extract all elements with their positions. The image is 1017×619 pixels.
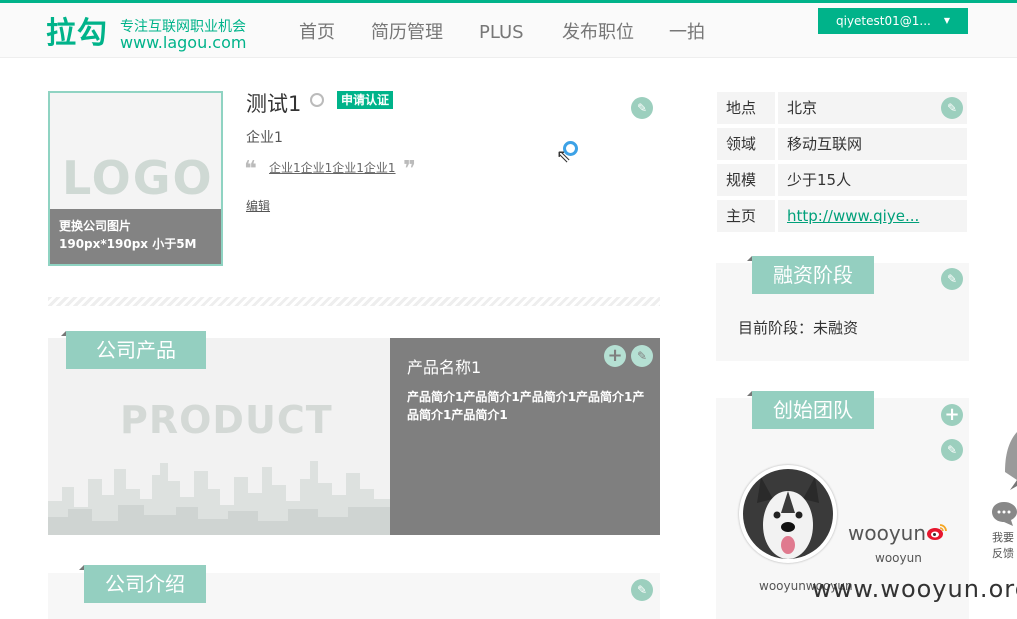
homepage-link[interactable]: http://www.qiye...: [787, 207, 919, 225]
add-product-icon[interactable]: +: [604, 345, 626, 367]
logo-url: www.lagou.com: [120, 33, 247, 52]
info-value-field: 移动互联网: [778, 128, 967, 160]
product-section-title: 公司产品: [66, 331, 206, 369]
header: 拉勾 专注互联网职业机会 www.lagou.com 首页 简历管理 PLUS …: [0, 3, 1017, 58]
logo-placeholder: LOGO: [62, 151, 214, 205]
nav-home[interactable]: 首页: [299, 22, 335, 44]
quote-close-icon: ❞: [403, 157, 416, 182]
user-email: qiyetest01@1...: [836, 14, 931, 28]
weibo-icon[interactable]: [926, 523, 948, 541]
company-short-name: 企业1: [246, 130, 283, 146]
team-section-title: 创始团队: [752, 391, 874, 429]
funding-stage-text: 目前阶段：未融资: [738, 319, 859, 337]
company-name: 测试1: [246, 92, 302, 116]
product-panel: 产品名称1 产品简介1产品简介1产品简介1产品简介1产品简介1产品简介1 + ✎: [390, 338, 660, 535]
logo-size-hint: 190px*190px 小于5M: [59, 237, 197, 251]
skyline-image: [48, 461, 390, 535]
member-name: wooyun: [848, 521, 927, 545]
info-value-location: 北京: [778, 92, 967, 124]
add-member-icon[interactable]: +: [941, 404, 963, 426]
intro-section-title: 公司介绍: [84, 565, 206, 603]
product-description: 产品简介1产品简介1产品简介1产品简介1产品简介1产品简介1: [407, 390, 645, 422]
caret-down-icon: ▼: [943, 16, 950, 25]
quote-open-icon: ❝: [244, 157, 257, 182]
info-label-homepage: 主页: [717, 200, 775, 232]
back-to-top-rocket-icon[interactable]: [1002, 432, 1017, 492]
funding-section-title: 融资阶段: [752, 256, 874, 294]
watermark: www.wooyun.org: [812, 575, 1017, 603]
badge-icon: [310, 93, 324, 107]
product-placeholder: PRODUCT: [120, 398, 333, 442]
info-label-size: 规模: [717, 164, 775, 196]
mouse-cursor-icon: ⇖: [556, 146, 572, 167]
feedback-label[interactable]: 我要反馈: [992, 530, 1017, 562]
husky-avatar-image: [743, 469, 833, 559]
edit-funding-icon[interactable]: ✎: [941, 268, 963, 290]
nav-post-job[interactable]: 发布职位: [562, 22, 634, 44]
member-title: wooyun: [875, 551, 922, 565]
edit-product-icon[interactable]: ✎: [631, 345, 653, 367]
nav-resume[interactable]: 简历管理: [371, 22, 443, 44]
product-name: 产品名称1: [407, 358, 482, 377]
change-logo-label: 更换公司图片: [59, 219, 132, 233]
logo-text[interactable]: 拉勾: [46, 17, 108, 51]
nav-plus[interactable]: PLUS: [479, 22, 524, 44]
info-value-homepage: http://www.qiye...: [778, 200, 967, 232]
change-logo-overlay[interactable]: 更换公司图片 190px*190px 小于5M: [50, 209, 221, 264]
company-logo-box[interactable]: LOGO 更换公司图片 190px*190px 小于5M: [48, 91, 223, 266]
apply-cert-button[interactable]: 申请认证: [337, 91, 394, 109]
nav-yipai[interactable]: 一拍: [669, 22, 705, 44]
info-label-location: 地点: [717, 92, 775, 124]
section-divider: [48, 297, 660, 306]
user-menu-button[interactable]: qiyetest01@1... ▼: [818, 8, 968, 34]
edit-intro-icon[interactable]: ✎: [631, 579, 653, 601]
avatar[interactable]: [739, 465, 837, 563]
edit-info-icon[interactable]: ✎: [941, 97, 963, 119]
edit-pencil-icon[interactable]: ✎: [631, 97, 653, 119]
info-label-field: 领域: [717, 128, 775, 160]
company-slogan: 企业1企业1企业1企业1: [269, 161, 396, 175]
edit-company-link[interactable]: 编辑: [246, 197, 270, 214]
edit-team-icon[interactable]: ✎: [941, 439, 963, 461]
info-value-size: 少于15人: [778, 164, 967, 196]
